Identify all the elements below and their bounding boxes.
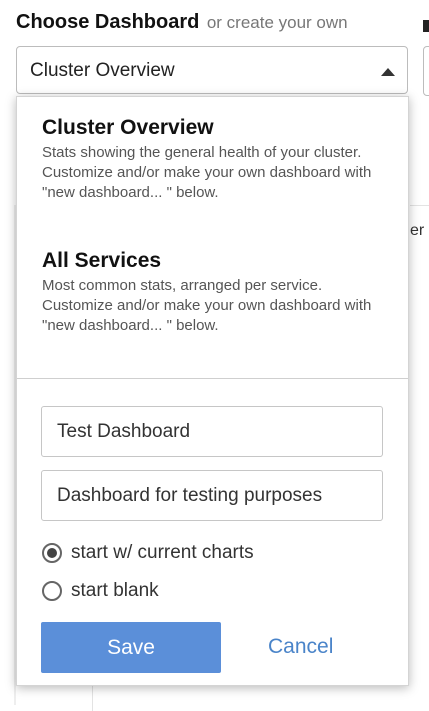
radio-start-current[interactable]: start w/ current charts	[42, 542, 254, 564]
page-subtitle: or create your own	[206, 13, 348, 32]
option-title: All Services	[42, 249, 162, 272]
option-description: Stats showing the general health of your…	[42, 144, 372, 201]
radio-label: start w/ current charts	[71, 542, 254, 563]
background-divider-top	[410, 205, 429, 206]
background-control-fragment[interactable]	[423, 46, 429, 96]
dashboard-name-input[interactable]	[41, 406, 383, 457]
header: Choose Dashboard or create your own	[16, 11, 348, 34]
option-title: Cluster Overview	[42, 116, 214, 139]
dashboard-dropdown: Cluster Overview Stats showing the gener…	[16, 96, 409, 686]
dashboard-select-value: Cluster Overview	[30, 60, 175, 81]
page-title: Choose Dashboard	[16, 11, 200, 33]
dashboard-description-input[interactable]	[41, 470, 383, 521]
radio-label: start blank	[71, 580, 159, 601]
dashboard-select[interactable]: Cluster Overview	[16, 46, 408, 94]
background-header-fragment	[423, 20, 429, 32]
radio-checked-icon[interactable]	[42, 543, 62, 563]
radio-start-blank[interactable]: start blank	[42, 580, 159, 602]
caret-up-icon	[381, 68, 395, 76]
option-description: Most common stats, arranged per service.…	[42, 277, 372, 334]
option-all-services[interactable]: All Services Most common stats, arranged…	[42, 248, 388, 336]
cancel-link[interactable]: Cancel	[268, 635, 333, 659]
save-button[interactable]: Save	[41, 622, 221, 673]
option-cluster-overview[interactable]: Cluster Overview Stats showing the gener…	[42, 115, 388, 203]
background-partial-text: er	[410, 222, 425, 239]
radio-unchecked-icon[interactable]	[42, 581, 62, 601]
dropdown-divider	[17, 378, 408, 379]
